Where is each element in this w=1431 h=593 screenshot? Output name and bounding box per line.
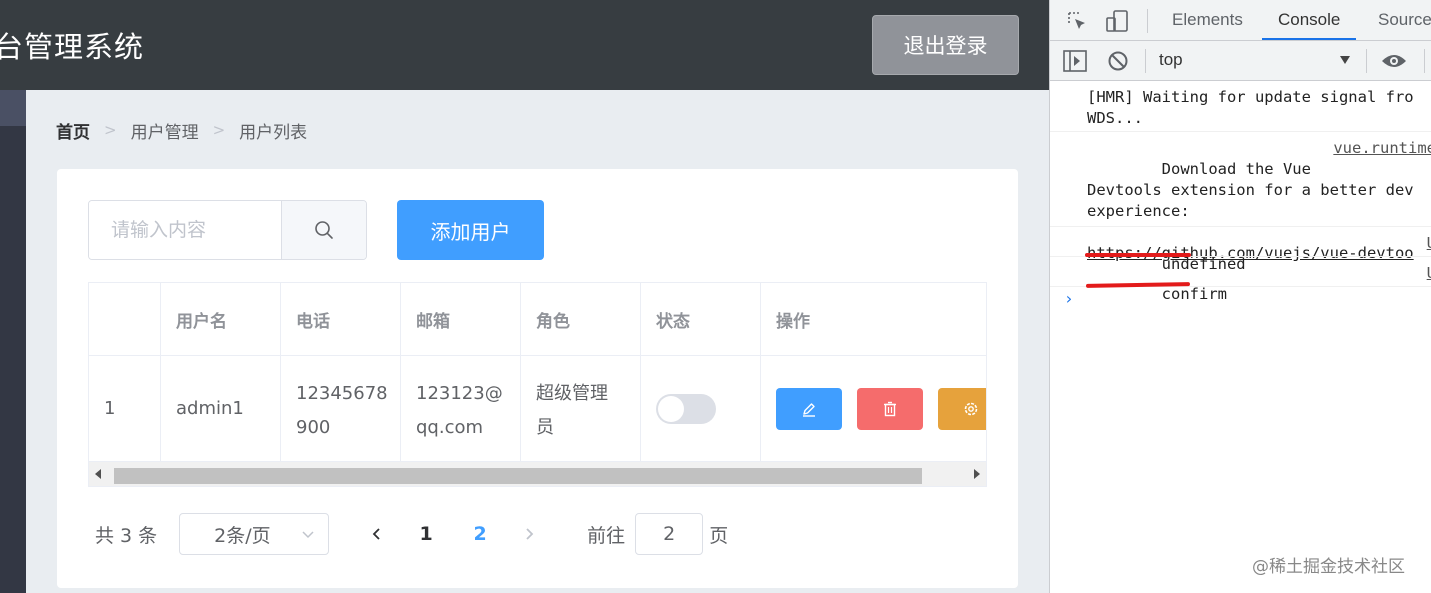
- delete-icon: [884, 401, 896, 416]
- column-header-status: 状态: [641, 283, 761, 355]
- sidebar-toggle-icon[interactable]: [1063, 50, 1087, 72]
- sidebar-active-item[interactable]: [0, 90, 26, 126]
- toolbar-divider: [1145, 49, 1146, 73]
- console-source-link[interactable]: U: [1427, 233, 1431, 254]
- cell-email: 123123@ qq.com: [401, 356, 521, 461]
- table-header: 用户名 电话 邮箱 角色 状态 操作: [89, 283, 986, 356]
- cell-email-line1: 123123@: [416, 383, 503, 404]
- breadcrumb-separator-icon: >: [212, 121, 226, 139]
- scroll-right-icon[interactable]: [974, 469, 980, 479]
- cell-username: admin1: [161, 356, 281, 461]
- table-row: 1 admin1 12345678 900 123123@ qq.com 超级管…: [89, 356, 986, 461]
- page-suffix: 页: [709, 524, 729, 547]
- context-select[interactable]: top: [1159, 50, 1183, 70]
- clear-console-icon[interactable]: [1107, 50, 1129, 72]
- logout-button[interactable]: 退出登录: [872, 15, 1019, 75]
- chevron-down-icon: [302, 531, 314, 539]
- tab-elements[interactable]: Elements: [1172, 0, 1243, 40]
- delete-button[interactable]: [857, 387, 923, 430]
- tab-sources[interactable]: Source: [1378, 0, 1431, 40]
- console-source-link[interactable]: vue.runtime: [1333, 138, 1431, 159]
- prev-page-button[interactable]: [355, 527, 399, 541]
- scroll-left-icon[interactable]: [95, 469, 101, 479]
- chevron-left-icon: [372, 528, 380, 540]
- content-card: 添加用户 用户名 电话 邮箱 角色 状态 操作 1 admin1 1234567…: [57, 169, 1018, 588]
- app-title: 台管理系统: [0, 30, 145, 64]
- scrollbar-thumb[interactable]: [114, 468, 922, 484]
- cell-role-line2: 员: [536, 417, 554, 438]
- console-output: [HMR] Waiting for update signal fro WDS.…: [1050, 81, 1431, 308]
- inspect-element-icon[interactable]: [1066, 10, 1088, 32]
- console-source-link[interactable]: U: [1427, 263, 1431, 284]
- cell-index: 1: [89, 356, 161, 461]
- next-page-button[interactable]: [507, 527, 551, 541]
- tab-console[interactable]: Console: [1262, 0, 1357, 40]
- console-toolbar: top: [1050, 41, 1431, 81]
- settings-button[interactable]: [938, 387, 986, 430]
- pagination-total: 共 3 条: [95, 524, 158, 547]
- goto-label: 前往: [587, 524, 626, 547]
- cell-status: [641, 356, 761, 461]
- breadcrumb: 首页 > 用户管理 > 用户列表: [56, 117, 307, 143]
- app-header: 台管理系统 退出登录: [0, 0, 1049, 90]
- search-button[interactable]: [281, 201, 366, 259]
- add-user-button[interactable]: 添加用户: [397, 200, 544, 260]
- tabbar-divider: [1147, 9, 1148, 33]
- console-message-text: Download the Vue Devtools extension for …: [1087, 160, 1414, 220]
- cell-role: 超级管理 员: [521, 356, 641, 461]
- page-jumper: 前往 2 页: [587, 513, 728, 555]
- toolbar-divider: [1366, 49, 1367, 73]
- column-header-role: 角色: [521, 283, 641, 355]
- context-dropdown-icon[interactable]: [1340, 56, 1350, 64]
- device-toolbar-icon[interactable]: [1105, 9, 1129, 33]
- goto-page-input[interactable]: 2: [635, 513, 704, 555]
- search-input[interactable]: [89, 201, 281, 259]
- page-number-1[interactable]: 1: [399, 523, 453, 545]
- breadcrumb-user-list: 用户列表: [239, 122, 308, 143]
- column-header-actions: 操作: [776, 311, 810, 332]
- edit-button[interactable]: [776, 387, 842, 430]
- cell-role-line1: 超级管理: [536, 383, 608, 404]
- action-buttons: [776, 387, 986, 430]
- toolbar-divider: [1424, 49, 1425, 73]
- column-header-username: 用户名: [161, 283, 281, 355]
- cell-phone: 12345678 900: [281, 356, 401, 461]
- breadcrumb-home[interactable]: 首页: [56, 118, 90, 143]
- breadcrumb-user-management: 用户管理: [130, 122, 199, 143]
- cell-email-line2: qq.com: [416, 417, 484, 438]
- devtools-tabbar: Elements Console Source: [1050, 0, 1431, 41]
- search-group: [88, 200, 367, 260]
- horizontal-scrollbar[interactable]: [89, 461, 986, 486]
- search-icon: [315, 221, 333, 239]
- cell-phone-line1: 12345678: [296, 383, 388, 404]
- breadcrumb-separator-icon: >: [104, 121, 117, 139]
- page-size-value: 2条/页: [214, 524, 271, 547]
- edit-icon: [803, 402, 815, 417]
- cell-phone-line2: 900: [296, 417, 331, 438]
- console-message: Download the Vue Devtools extension for …: [1050, 132, 1431, 262]
- user-table: 用户名 电话 邮箱 角色 状态 操作 1 admin1 12345678 900…: [88, 282, 987, 487]
- gear-icon: [964, 402, 978, 415]
- devtools-panel: Elements Console Source top [HMR] Waitin…: [1049, 0, 1431, 593]
- chevron-right-icon: [526, 528, 534, 540]
- eye-icon[interactable]: [1381, 52, 1407, 70]
- console-message-text: confirm: [1161, 285, 1227, 303]
- page-number-2[interactable]: 2: [453, 523, 507, 545]
- cell-actions: [761, 356, 986, 461]
- console-message: [HMR] Waiting for update signal fro WDS.…: [1050, 81, 1431, 132]
- pagination: 共 3 条 2条/页 1 2 前往 2 页: [95, 512, 728, 556]
- column-header-email: 邮箱: [401, 283, 521, 355]
- console-message: confirm U: [1050, 257, 1431, 303]
- app-window: 台管理系统 退出登录 首页 > 用户管理 > 用户列表 添加: [0, 0, 1049, 593]
- column-header-phone: 电话: [281, 283, 401, 355]
- switch-knob: [658, 395, 684, 422]
- watermark: @稀土掘金技术社区: [1252, 557, 1405, 577]
- column-header-index: [89, 283, 161, 355]
- red-underline-annotation: [1085, 253, 1191, 257]
- page-size-select[interactable]: 2条/页: [179, 513, 330, 555]
- status-switch[interactable]: [656, 393, 716, 424]
- sidebar: [0, 90, 26, 593]
